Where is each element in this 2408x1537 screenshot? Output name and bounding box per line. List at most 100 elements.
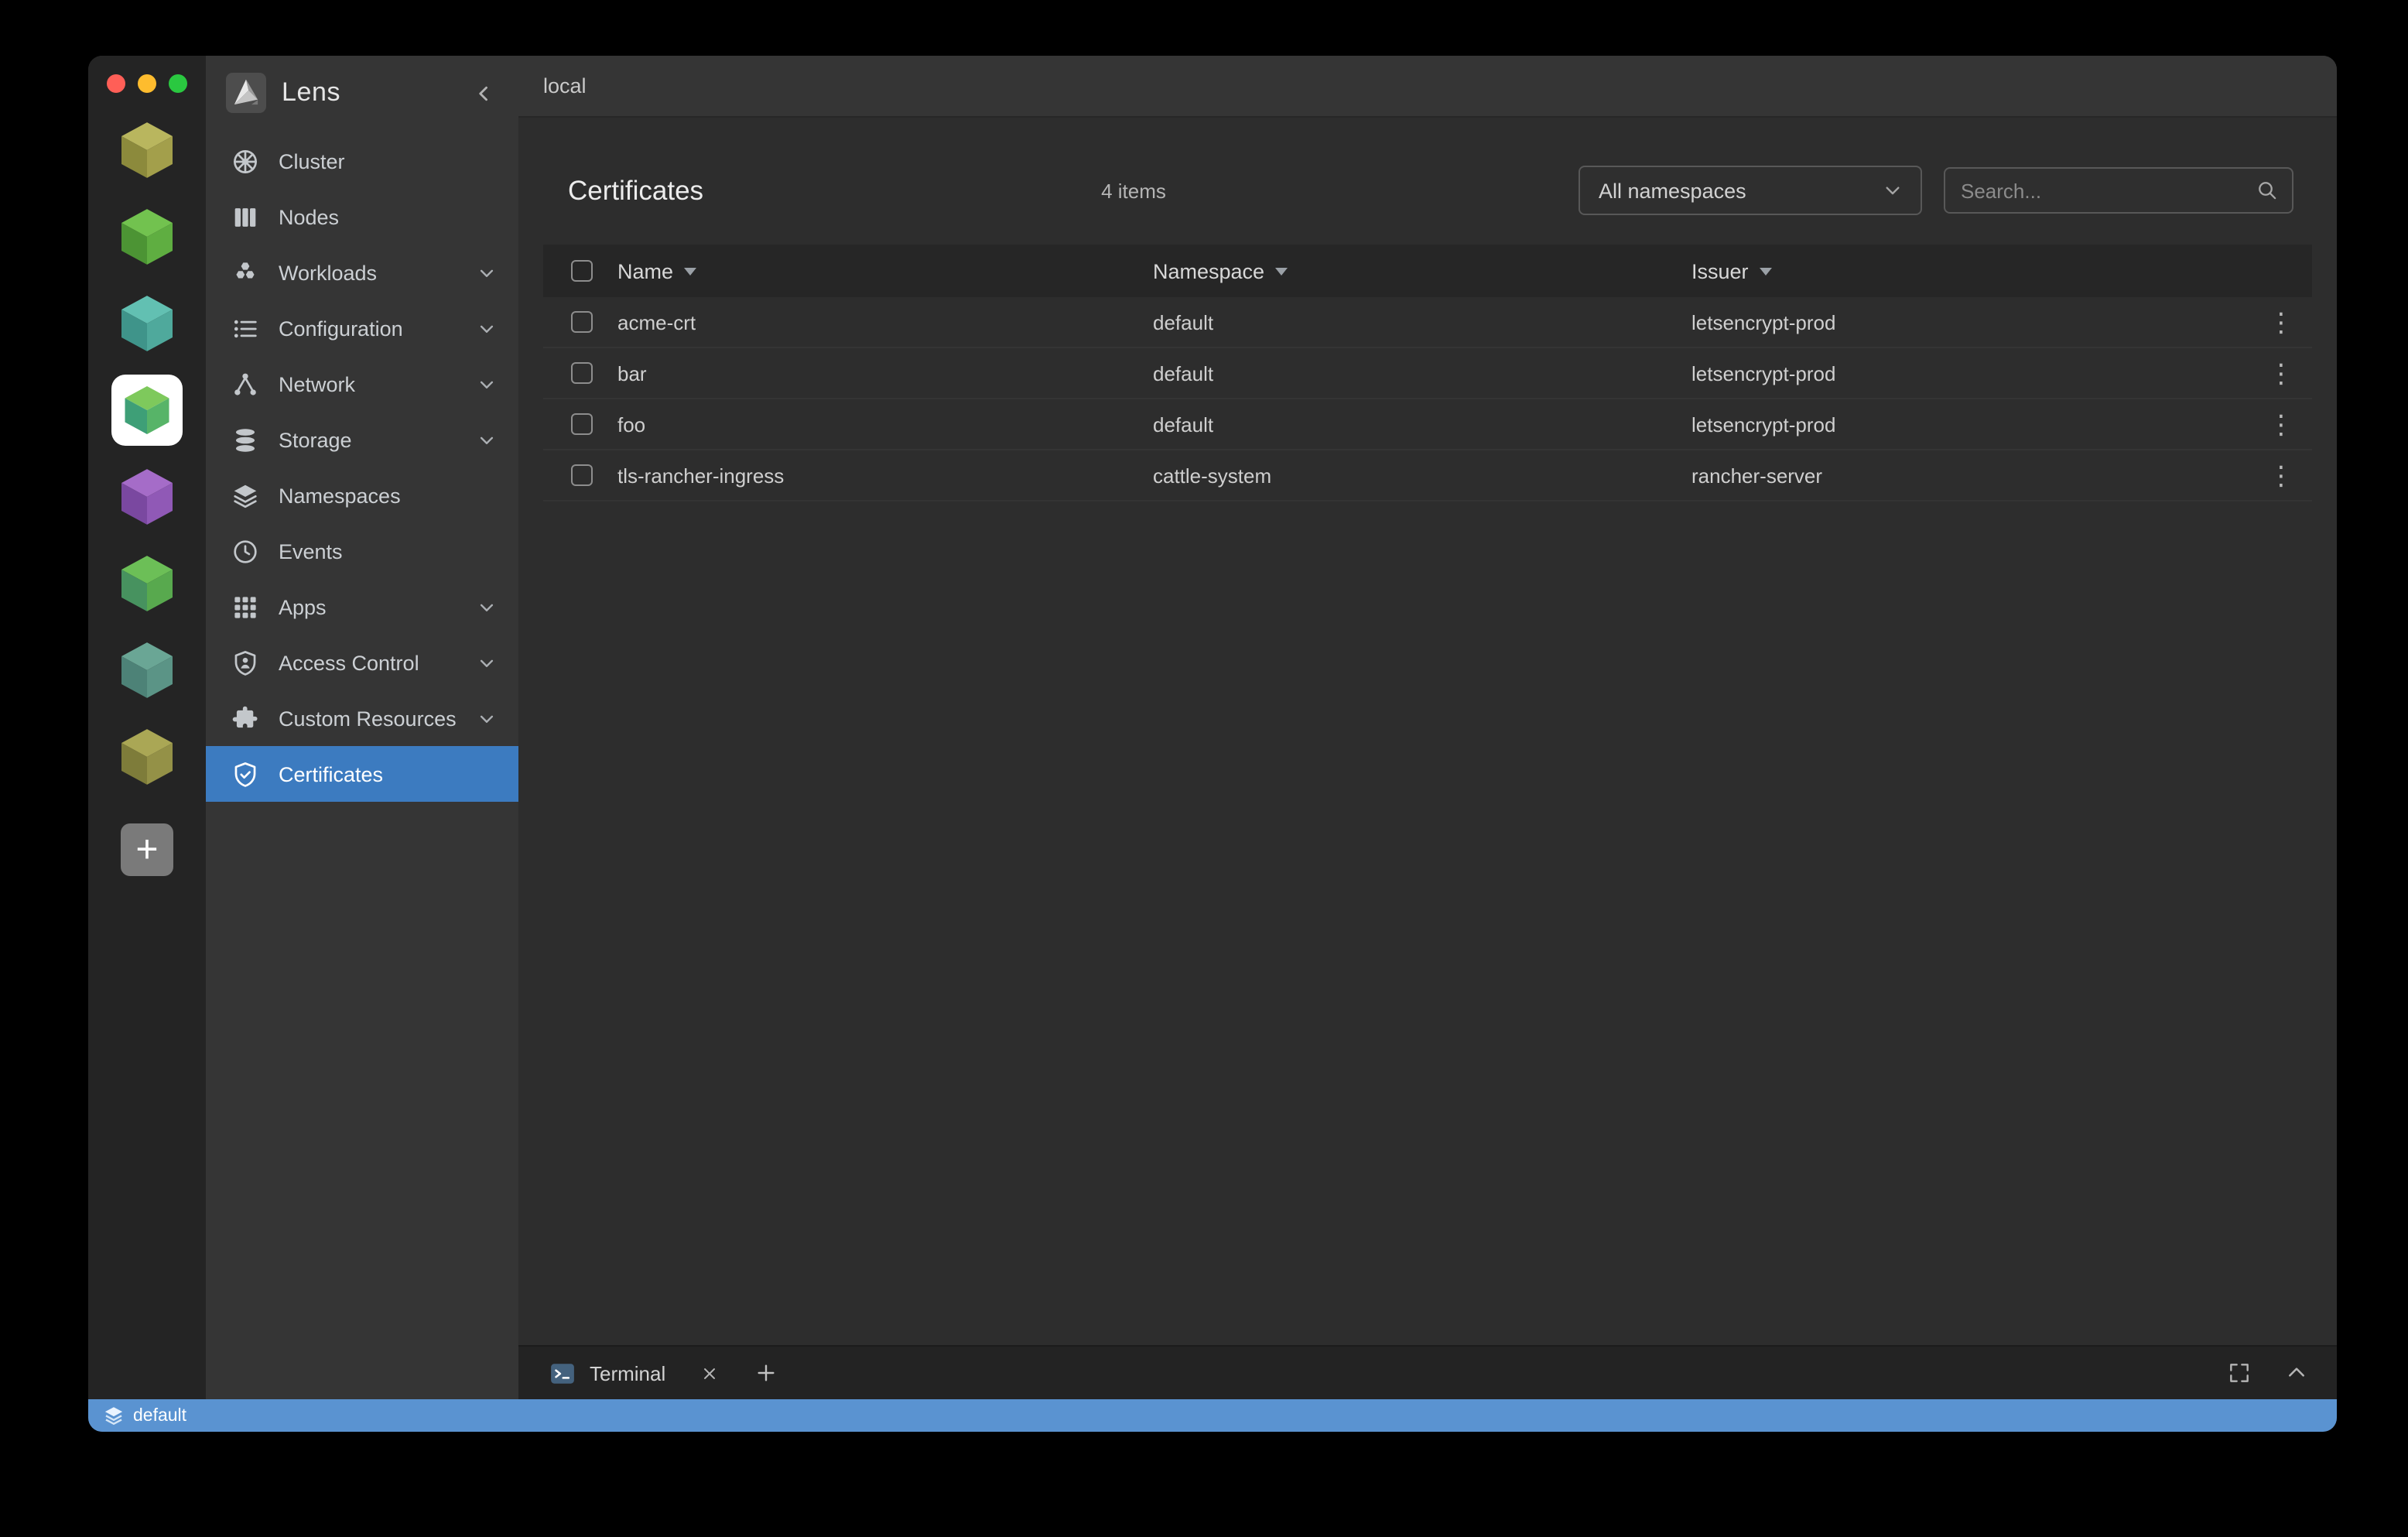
cluster-button-active[interactable] [111, 375, 183, 446]
chevron-down-icon [475, 261, 498, 284]
column-header-namespace[interactable]: Namespace [1153, 259, 1691, 282]
desktop-background: + Lens Cluster [0, 0, 2408, 1537]
row-menu-button[interactable]: ⋮ [2257, 306, 2305, 338]
new-terminal-button[interactable] [747, 1354, 785, 1392]
cluster-cube-icon [118, 381, 176, 440]
items-count: 4 items [1101, 179, 1166, 202]
table-header-row: Name Namespace Issuer [543, 245, 2312, 297]
row-menu-button[interactable]: ⋮ [2257, 357, 2305, 389]
network-icon [227, 367, 262, 401]
sidebar-collapse-button[interactable] [463, 73, 503, 113]
namespace-layers-icon [104, 1405, 124, 1426]
app-name: Lens [282, 77, 340, 108]
dock-controls [2221, 1354, 2315, 1392]
chevron-down-icon [475, 651, 498, 674]
row-checkbox[interactable] [571, 362, 593, 384]
namespaces-layers-icon [227, 478, 262, 512]
cert-issuer: letsencrypt-prod [1691, 361, 2250, 385]
cluster-button[interactable] [111, 548, 183, 619]
lens-logo-icon [226, 73, 266, 113]
table-row[interactable]: bar default letsencrypt-prod ⋮ [543, 348, 2312, 399]
close-terminal-button[interactable] [690, 1354, 727, 1392]
kubernetes-wheel-icon [227, 144, 262, 178]
plus-icon [754, 1361, 778, 1385]
table-row[interactable]: acme-crt default letsencrypt-prod ⋮ [543, 297, 2312, 348]
cluster-cube-icon [113, 203, 181, 271]
column-header-name[interactable]: Name [617, 259, 1153, 282]
sidebar-item-nodes[interactable]: Nodes [206, 189, 518, 245]
cert-name: foo [617, 412, 1153, 436]
sidebar: Lens Cluster Nodes [206, 56, 518, 1399]
storage-icon [227, 423, 262, 457]
row-checkbox[interactable] [571, 413, 593, 435]
shield-check-icon [227, 757, 262, 791]
row-menu-button[interactable]: ⋮ [2257, 408, 2305, 440]
column-header-issuer[interactable]: Issuer [1691, 259, 2250, 282]
status-bar: default [88, 1399, 2337, 1432]
certificates-table: Name Namespace Issuer acme-crt def [543, 245, 2312, 501]
chevron-down-icon [475, 317, 498, 340]
row-checkbox[interactable] [571, 464, 593, 486]
close-window-button[interactable] [107, 74, 125, 93]
terminal-tab[interactable]: Terminal [537, 1347, 678, 1399]
cert-issuer: letsencrypt-prod [1691, 412, 2250, 436]
search-icon [2255, 178, 2280, 203]
puzzle-icon [227, 701, 262, 735]
chevron-down-icon [475, 428, 498, 451]
cluster-button[interactable] [111, 115, 183, 186]
close-icon [699, 1363, 719, 1383]
zoom-window-button[interactable] [169, 74, 187, 93]
cluster-button[interactable] [111, 721, 183, 792]
expand-dock-button[interactable] [2278, 1354, 2315, 1392]
sidebar-header: Lens [206, 56, 518, 130]
active-namespace-label[interactable]: default [133, 1406, 186, 1425]
cert-namespace: default [1153, 310, 1691, 334]
select-all-checkbox[interactable] [571, 260, 593, 282]
sort-arrow-icon [1275, 267, 1288, 275]
table-row[interactable]: foo default letsencrypt-prod ⋮ [543, 399, 2312, 450]
minimize-window-button[interactable] [138, 74, 156, 93]
cert-name: acme-crt [617, 310, 1153, 334]
add-cluster-button[interactable]: + [121, 823, 173, 876]
workloads-icon [227, 255, 262, 289]
cluster-button[interactable] [111, 461, 183, 532]
sidebar-item-events[interactable]: Events [206, 523, 518, 579]
cert-namespace: default [1153, 412, 1691, 436]
chevron-up-icon [2284, 1361, 2309, 1385]
nodes-icon [227, 200, 262, 234]
apps-grid-icon [227, 590, 262, 624]
namespace-filter-value: All namespaces [1599, 179, 1746, 202]
cluster-button[interactable] [111, 635, 183, 706]
chevron-down-icon [475, 372, 498, 395]
sort-arrow-icon [1760, 267, 1772, 275]
search-input[interactable] [1961, 179, 2255, 202]
cluster-rail: + [88, 56, 206, 1399]
cert-name: tls-rancher-ingress [617, 464, 1153, 487]
table-row[interactable]: tls-rancher-ingress cattle-system ranche… [543, 450, 2312, 501]
cluster-cube-icon [113, 636, 181, 704]
chevron-left-icon [470, 80, 496, 106]
lens-window: + Lens Cluster [88, 56, 2337, 1432]
sidebar-item-network[interactable]: Network [206, 356, 518, 412]
cluster-button[interactable] [111, 288, 183, 359]
sidebar-item-certificates[interactable]: Certificates [206, 746, 518, 802]
chevron-down-icon [1880, 178, 1905, 203]
sidebar-item-configuration[interactable]: Configuration [206, 300, 518, 356]
row-checkbox[interactable] [571, 311, 593, 333]
sidebar-item-apps[interactable]: Apps [206, 579, 518, 635]
sidebar-item-namespaces[interactable]: Namespaces [206, 467, 518, 523]
cluster-button[interactable] [111, 201, 183, 272]
namespace-filter-select[interactable]: All namespaces [1579, 166, 1922, 215]
sidebar-item-cluster[interactable]: Cluster [206, 133, 518, 189]
sidebar-item-storage[interactable]: Storage [206, 412, 518, 467]
terminal-dock: Terminal [518, 1345, 2337, 1399]
shield-user-icon [227, 645, 262, 679]
maximize-dock-button[interactable] [2221, 1354, 2258, 1392]
cert-name: bar [617, 361, 1153, 385]
row-menu-button[interactable]: ⋮ [2257, 459, 2305, 491]
configuration-icon [227, 311, 262, 345]
sidebar-item-workloads[interactable]: Workloads [206, 245, 518, 300]
search-box [1944, 167, 2293, 214]
sidebar-item-access-control[interactable]: Access Control [206, 635, 518, 690]
sidebar-item-custom-resources[interactable]: Custom Resources [206, 690, 518, 746]
